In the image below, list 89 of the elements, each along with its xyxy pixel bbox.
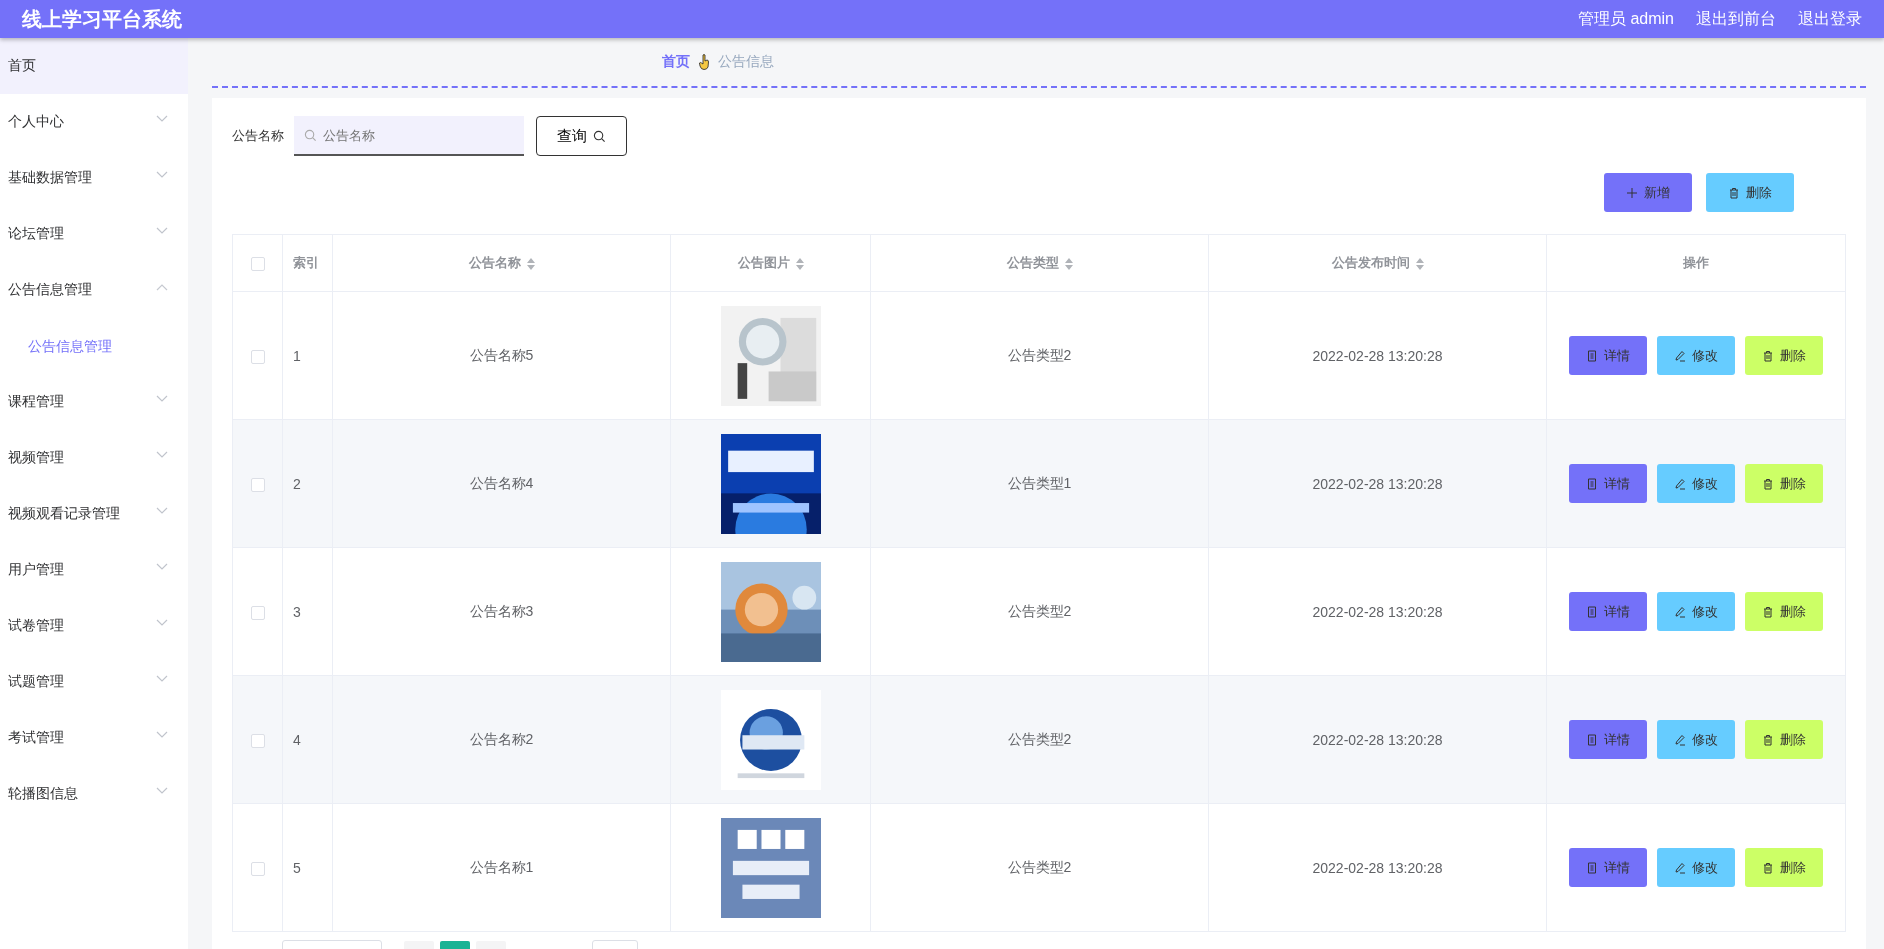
header-link[interactable]: 管理员 admin <box>1577 8 1674 30</box>
table-cell: 公告类型2 <box>1007 346 1072 363</box>
header-link[interactable]: 退出到前台 <box>1696 8 1776 30</box>
column-header: 公告类型 <box>1006 255 1059 270</box>
checkbox[interactable] <box>250 605 265 620</box>
table-cell: 2022-02-28 13:20:28 <box>1312 859 1443 876</box>
menu-item[interactable]: 基础数据管理 <box>0 150 188 206</box>
document-icon <box>1586 861 1598 874</box>
table-cell: 4 <box>293 731 301 748</box>
table-cell: 公告名称3 <box>469 602 534 619</box>
table-cell: 5 <box>293 859 301 876</box>
pencil-icon <box>1674 861 1686 874</box>
hand-icon <box>698 54 710 70</box>
app-title: 线上学习平台系统 <box>22 6 182 32</box>
column-header: 公告发布时间 <box>1331 255 1410 270</box>
menu-item[interactable]: 用户管理 <box>0 542 188 598</box>
menu-item[interactable]: 考试管理 <box>0 710 188 766</box>
trash-icon <box>1762 861 1774 874</box>
sort-icon[interactable] <box>1064 257 1073 270</box>
submenu-item[interactable]: 公告信息管理 <box>0 318 188 374</box>
table-cell: 公告名称1 <box>469 858 534 875</box>
column-header: 操作 <box>1683 255 1709 270</box>
column-header: 公告图片 <box>737 255 790 270</box>
table-cell: 2 <box>293 475 301 492</box>
search-icon <box>593 129 606 143</box>
table-cell: 3 <box>293 603 301 620</box>
menu-item[interactable]: 轮播图信息 <box>0 766 188 822</box>
checkbox[interactable] <box>250 256 265 271</box>
edit-button[interactable]: 修改 <box>1657 592 1735 631</box>
sort-icon[interactable] <box>1415 257 1424 270</box>
table-cell: 公告类型2 <box>1007 858 1072 875</box>
menu-item[interactable]: 试卷管理 <box>0 598 188 654</box>
menu-item[interactable]: 首页 <box>0 38 188 94</box>
column-header: 公告名称 <box>468 255 521 270</box>
search-button[interactable]: 查询 <box>536 116 627 156</box>
menu-item[interactable]: 公告信息管理 <box>0 262 188 318</box>
checkbox[interactable] <box>250 349 265 364</box>
delete-button[interactable]: 删除 <box>1745 720 1823 759</box>
search-field[interactable]: 公告名称 <box>294 116 524 156</box>
table-cell: 公告类型2 <box>1007 730 1072 747</box>
edit-button[interactable]: 修改 <box>1657 464 1735 503</box>
table-cell: 公告名称2 <box>469 730 534 747</box>
header-link[interactable]: 退出登录 <box>1798 8 1862 30</box>
table-cell: 公告名称4 <box>469 474 534 491</box>
checkbox[interactable] <box>250 733 265 748</box>
pencil-icon <box>1674 477 1686 490</box>
menu-item[interactable]: 视频管理 <box>0 430 188 486</box>
trash-icon <box>1762 733 1774 746</box>
edit-button[interactable]: 修改 <box>1657 720 1735 759</box>
table-cell: 2022-02-28 13:20:28 <box>1312 603 1443 620</box>
sort-icon[interactable] <box>526 257 535 270</box>
pencil-icon <box>1674 605 1686 618</box>
document-icon <box>1586 477 1598 490</box>
table-cell: 1 <box>293 347 301 364</box>
menu-item[interactable]: 个人中心 <box>0 94 188 150</box>
edit-button[interactable]: 修改 <box>1657 336 1735 375</box>
trash-icon <box>1728 186 1740 199</box>
checkbox[interactable] <box>250 477 265 492</box>
document-icon <box>1586 605 1598 618</box>
table-cell: 2022-02-28 13:20:28 <box>1312 731 1443 748</box>
sort-icon[interactable] <box>795 257 804 270</box>
menu-item[interactable]: 试题管理 <box>0 654 188 710</box>
search-label: 公告名称 <box>232 127 284 145</box>
trash-icon <box>1762 477 1774 490</box>
delete-button[interactable]: 删除 <box>1745 464 1823 503</box>
delete-button[interactable]: 删除 <box>1706 173 1794 212</box>
checkbox[interactable] <box>250 861 265 876</box>
menu-item[interactable]: 课程管理 <box>0 374 188 430</box>
table-cell: 公告类型2 <box>1007 602 1072 619</box>
document-icon <box>1586 349 1598 362</box>
trash-icon <box>1762 349 1774 362</box>
pencil-icon <box>1674 349 1686 362</box>
menu-item[interactable]: 论坛管理 <box>0 206 188 262</box>
delete-button[interactable]: 删除 <box>1745 592 1823 631</box>
table-cell: 公告名称5 <box>469 346 534 363</box>
pencil-icon <box>1674 733 1686 746</box>
table-cell: 公告类型1 <box>1007 474 1072 491</box>
column-header: 索引 <box>293 255 319 270</box>
document-icon <box>1586 733 1598 746</box>
delete-button[interactable]: 删除 <box>1745 336 1823 375</box>
edit-button[interactable]: 修改 <box>1657 848 1735 887</box>
plus-icon <box>1626 186 1638 199</box>
search-icon <box>304 129 317 142</box>
trash-icon <box>1762 605 1774 618</box>
table-cell: 2022-02-28 13:20:28 <box>1312 475 1443 492</box>
breadcrumb-link[interactable]: 首页 <box>662 53 690 71</box>
delete-button[interactable]: 删除 <box>1745 848 1823 887</box>
table-cell: 2022-02-28 13:20:28 <box>1312 347 1443 364</box>
menu-item[interactable]: 视频观看记录管理 <box>0 486 188 542</box>
